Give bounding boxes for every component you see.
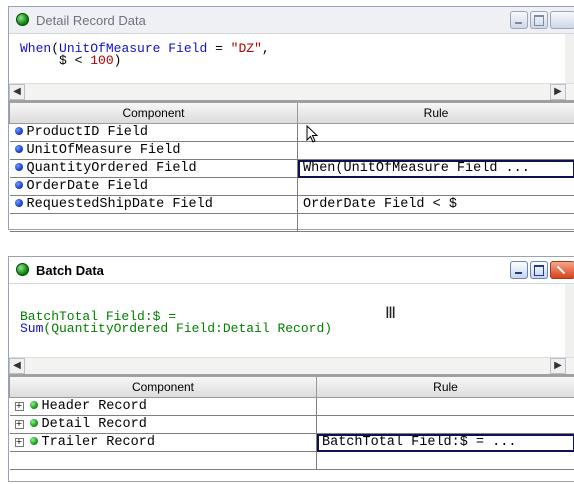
component-cell[interactable]: ProductID Field <box>9 123 298 142</box>
component-cell[interactable] <box>9 213 298 232</box>
code-line: $ < 100) <box>20 53 270 68</box>
table-row[interactable]: + Header Record <box>9 397 574 416</box>
rule-cell[interactable] <box>297 177 574 196</box>
component-label: ProductID Field <box>26 125 149 140</box>
blue-dot-icon <box>14 163 23 171</box>
window-status-icon <box>16 263 29 276</box>
column-header-rule[interactable]: Rule <box>297 103 574 124</box>
component-cell[interactable]: RequestedShipDate Field <box>9 195 298 214</box>
green-dot-icon <box>29 401 38 409</box>
code-text: When(UnitOfMeasure Field = "DZ", $ < 100… <box>20 41 270 68</box>
title-bar[interactable]: Detail Record Data <box>9 7 574 34</box>
rule-editor[interactable]: BatchTotal Field:$ = Sum(QuantityOrdered … <box>9 284 574 358</box>
close-button[interactable] <box>550 11 574 29</box>
rule-cell[interactable]: When(UnitOfMeasure Field ... <box>297 159 574 178</box>
component-label: QuantityOrdered Field <box>26 161 197 176</box>
green-dot-icon <box>29 419 38 427</box>
title-bar[interactable]: Batch Data <box>9 257 574 284</box>
table-row[interactable]: + Trailer Record BatchTotal Field:$ = ... <box>9 433 574 452</box>
table-row[interactable]: QuantityOrdered Field When(UnitOfMeasure … <box>9 159 574 178</box>
minimize-button[interactable] <box>510 11 528 29</box>
code-token: (QuantityOrdered Field:Detail Record) <box>43 321 333 336</box>
expand-icon[interactable]: + <box>14 402 24 411</box>
component-label: UnitOfMeasure Field <box>26 143 181 158</box>
blue-dot-icon <box>14 199 23 207</box>
column-header-rule[interactable]: Rule <box>316 377 574 398</box>
blue-dot-icon <box>14 181 23 189</box>
blue-dot-icon <box>14 145 23 153</box>
rule-cell[interactable]: BatchTotal Field:$ = ... <box>316 433 574 452</box>
rule-cell[interactable] <box>316 451 574 470</box>
table-row[interactable]: OrderDate Field <box>9 177 574 196</box>
scroll-left-icon[interactable]: ◀ <box>9 84 25 100</box>
component-cell[interactable]: + Detail Record <box>9 415 317 434</box>
component-label: Trailer Record <box>41 435 155 450</box>
component-cell[interactable]: OrderDate Field <box>9 177 298 196</box>
code-token: = <box>207 41 231 56</box>
horizontal-scrollbar[interactable]: ◀ ▶ <box>9 83 574 100</box>
scroll-right-icon[interactable]: ▶ <box>550 84 566 100</box>
detail-record-data-window[interactable]: Detail Record Data When(UnitOfMeasure Fi… <box>8 6 574 232</box>
blue-dot-icon <box>14 127 23 135</box>
code-token: 100 <box>90 53 114 68</box>
component-label: Detail Record <box>41 417 147 432</box>
maximize-button[interactable] <box>530 261 548 279</box>
component-cell[interactable]: + Header Record <box>9 397 317 416</box>
code-text: BatchTotal Field:$ = Sum(QuantityOrdered … <box>20 310 333 336</box>
rule-cell[interactable] <box>316 415 574 434</box>
code-line: Sum(QuantityOrdered Field:Detail Record) <box>20 321 333 336</box>
table-row[interactable]: RequestedShipDate Field OrderDate Field <… <box>9 195 574 214</box>
component-cell[interactable] <box>9 451 317 470</box>
rule-editor[interactable]: When(UnitOfMeasure Field = "DZ", $ < 100… <box>9 34 574 84</box>
code-token: $ <box>20 53 75 68</box>
table-row[interactable]: UnitOfMeasure Field <box>9 141 574 160</box>
close-button[interactable] <box>550 261 574 279</box>
column-header-component[interactable]: Component <box>9 103 298 124</box>
scroll-left-icon[interactable]: ◀ <box>9 358 25 374</box>
text-cursor-icon: Ⅲ <box>385 303 397 322</box>
rule-cell[interactable] <box>297 141 574 160</box>
mouse-pointer-icon <box>306 125 319 143</box>
rule-cell[interactable] <box>316 397 574 416</box>
component-cell[interactable]: + Trailer Record <box>9 433 317 452</box>
expand-icon[interactable]: + <box>14 420 24 429</box>
code-token: , <box>261 41 270 56</box>
code-token: Sum <box>20 321 44 336</box>
vertical-scrollbar[interactable] <box>565 34 574 84</box>
component-label: OrderDate Field <box>26 179 149 194</box>
component-cell[interactable]: QuantityOrdered Field <box>9 159 298 178</box>
minimize-button[interactable] <box>510 261 528 279</box>
table-row[interactable]: ProductID Field <box>9 123 574 142</box>
expand-icon[interactable]: + <box>14 438 24 447</box>
rule-cell[interactable]: OrderDate Field < $ <box>297 195 574 214</box>
batch-data-window[interactable]: Batch Data BatchTotal Field:$ = Sum(Quant… <box>8 256 574 482</box>
code-token: < <box>74 53 91 68</box>
rule-cell[interactable] <box>297 123 574 142</box>
table-row[interactable] <box>9 451 574 470</box>
horizontal-scrollbar[interactable]: ◀ ▶ <box>9 357 574 374</box>
component-rule-grid: Component Rule ProductID Field UnitOfMeas… <box>9 100 574 232</box>
component-label: Header Record <box>41 399 147 414</box>
component-label: RequestedShipDate Field <box>26 197 213 212</box>
code-token: "DZ" <box>230 41 262 56</box>
maximize-button[interactable] <box>530 11 548 29</box>
scroll-right-icon[interactable]: ▶ <box>550 358 566 374</box>
table-row[interactable] <box>9 213 574 232</box>
window-title: Detail Record Data <box>36 13 146 28</box>
rule-cell[interactable] <box>297 213 574 232</box>
table-row[interactable]: + Detail Record <box>9 415 574 434</box>
component-rule-grid: Component Rule + Header Record + Detail Rec… <box>9 374 574 470</box>
column-header-component[interactable]: Component <box>9 377 317 398</box>
component-cell[interactable]: UnitOfMeasure Field <box>9 141 298 160</box>
window-title: Batch Data <box>36 263 104 278</box>
window-status-icon <box>16 13 29 26</box>
code-token: ) <box>113 53 122 68</box>
green-dot-icon <box>29 437 38 445</box>
vertical-scrollbar[interactable] <box>565 284 574 358</box>
